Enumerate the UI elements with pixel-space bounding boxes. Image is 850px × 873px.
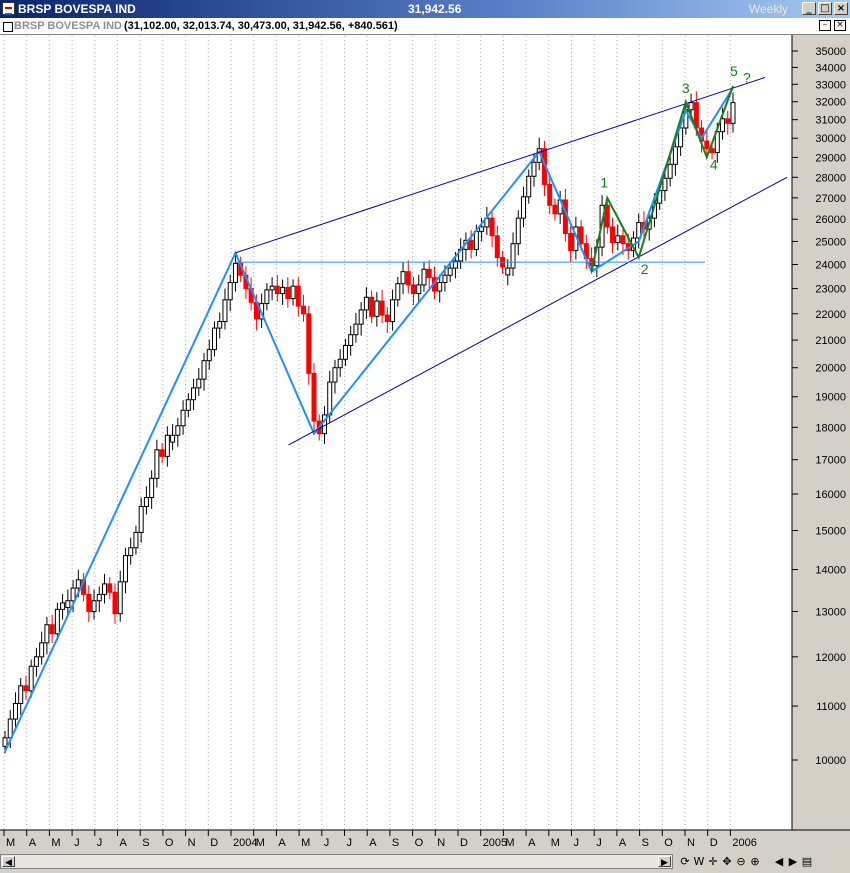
chart-background bbox=[0, 35, 850, 851]
zoom-in-icon[interactable]: ⊕ bbox=[748, 854, 762, 869]
y-tick-label: 12000 bbox=[815, 652, 846, 664]
x-tick-label: A bbox=[278, 837, 286, 849]
y-tick-label: 25000 bbox=[815, 236, 846, 248]
y-tick-label: 26000 bbox=[815, 214, 846, 226]
date-axis bbox=[0, 830, 850, 851]
panel-close-button[interactable]: × bbox=[834, 20, 846, 31]
y-tick-label: 14000 bbox=[815, 565, 846, 577]
x-tick-label: A bbox=[369, 837, 377, 849]
wave-label: ? bbox=[743, 70, 751, 86]
wave-label: 4 bbox=[710, 156, 718, 172]
y-tick-label: 32000 bbox=[815, 97, 846, 109]
y-tick-label: 16000 bbox=[815, 489, 846, 501]
x-tick-label: S bbox=[392, 837, 399, 849]
scroll-right-arrow-icon[interactable]: ▶ bbox=[658, 856, 671, 867]
y-tick-label: 15000 bbox=[815, 526, 846, 538]
weekly-button[interactable]: W bbox=[692, 854, 706, 869]
wave-label: 2 bbox=[641, 261, 649, 277]
x-tick-label: N bbox=[188, 837, 196, 849]
y-tick-label: 33000 bbox=[815, 79, 846, 91]
price-chart[interactable]: 1 2 3 4 5? 10000 11000 12000 13000 14000 15000 160… bbox=[0, 35, 850, 851]
crosshair-icon[interactable]: ✛ bbox=[706, 854, 720, 869]
x-tick-label: J bbox=[97, 837, 103, 849]
x-tick-label: A bbox=[120, 837, 128, 849]
y-tick-label: 30000 bbox=[815, 133, 846, 145]
period-label: Weekly bbox=[748, 2, 788, 16]
chart-app-icon bbox=[2, 2, 15, 15]
panel-layout-icon[interactable]: ▤ bbox=[800, 854, 814, 869]
y-tick-label: 10000 bbox=[815, 755, 846, 767]
scroll-left-arrow-icon[interactable]: ◀ bbox=[2, 856, 15, 867]
x-tick-label: N bbox=[687, 837, 695, 849]
x-tick-label: M bbox=[301, 837, 310, 849]
y-tick-label: 24000 bbox=[815, 260, 846, 272]
panel-minimize-button[interactable]: – bbox=[819, 20, 831, 31]
chart-name: BRSP BOVESPA IND bbox=[14, 20, 122, 32]
wave-label: 5 bbox=[730, 63, 738, 79]
wave-label: 1 bbox=[600, 174, 608, 190]
x-tick-label: 2005 bbox=[483, 837, 507, 849]
x-tick-label: S bbox=[142, 837, 149, 849]
y-tick-label: 19000 bbox=[815, 392, 846, 404]
y-tick-label: 27000 bbox=[815, 193, 846, 205]
page-left-icon[interactable]: ◀ bbox=[772, 854, 786, 869]
x-tick-label: O bbox=[415, 837, 424, 849]
pan-icon[interactable]: ✥ bbox=[720, 854, 734, 869]
x-tick-label: D bbox=[460, 837, 468, 849]
x-tick-label: S bbox=[642, 837, 649, 849]
x-tick-label: M bbox=[505, 837, 514, 849]
y-tick-label: 17000 bbox=[815, 455, 846, 467]
x-tick-label: A bbox=[619, 837, 627, 849]
x-tick-label: M bbox=[6, 837, 15, 849]
y-tick-label: 34000 bbox=[815, 62, 846, 74]
refresh-icon[interactable]: ⟳ bbox=[678, 854, 692, 869]
chart-header: BRSP BOVESPA IND (31,102.00, 32,013.74, … bbox=[0, 18, 850, 35]
x-tick-label: 2006 bbox=[732, 837, 756, 849]
x-tick-label: J bbox=[596, 837, 602, 849]
candle bbox=[311, 363, 317, 431]
x-tick-label: J bbox=[74, 837, 80, 849]
x-tick-label: J bbox=[324, 837, 330, 849]
y-tick-label: 28000 bbox=[815, 172, 846, 184]
x-tick-label: J bbox=[574, 837, 580, 849]
wave-label: 3 bbox=[682, 80, 690, 96]
bottom-toolbar: ◀ ▶ ⟳ W ✛ ✥ ⊖ ⊕ ◀ ▶ ▤ bbox=[0, 851, 850, 873]
minimize-button[interactable]: _ bbox=[802, 2, 816, 15]
y-tick-label: 35000 bbox=[815, 46, 846, 58]
page-right-icon[interactable]: ▶ bbox=[786, 854, 800, 869]
x-tick-label: D bbox=[210, 837, 218, 849]
x-tick-label: A bbox=[29, 837, 37, 849]
maximize-button[interactable]: □ bbox=[818, 2, 832, 15]
x-tick-label: A bbox=[528, 837, 536, 849]
close-button[interactable]: × bbox=[834, 2, 848, 15]
y-tick-label: 31000 bbox=[815, 115, 846, 127]
y-tick-label: 21000 bbox=[815, 335, 846, 347]
x-tick-label: M bbox=[551, 837, 560, 849]
y-tick-label: 11000 bbox=[816, 701, 846, 713]
x-tick-label: O bbox=[165, 837, 174, 849]
y-tick-label: 29000 bbox=[815, 152, 846, 164]
window-titlebar: BRSP BOVESPA IND 31,942.56 Weekly _ □ × bbox=[0, 0, 850, 18]
x-tick-label: D bbox=[710, 837, 718, 849]
x-tick-label: 2004 bbox=[233, 837, 257, 849]
y-tick-label: 20000 bbox=[815, 363, 846, 375]
y-tick-label: 23000 bbox=[815, 284, 846, 296]
y-tick-label: 22000 bbox=[815, 309, 846, 321]
y-tick-label: 18000 bbox=[815, 422, 846, 434]
x-tick-label: J bbox=[347, 837, 353, 849]
zoom-out-icon[interactable]: ⊖ bbox=[734, 854, 748, 869]
panel-square-icon bbox=[3, 22, 13, 32]
x-tick-label: M bbox=[256, 837, 265, 849]
x-tick-label: O bbox=[664, 837, 673, 849]
y-tick-label: 13000 bbox=[815, 607, 846, 619]
ohlc-readout: (31,102.00, 32,013.74, 30,473.00, 31,942… bbox=[124, 20, 398, 32]
window-title: BRSP BOVESPA IND bbox=[18, 2, 136, 16]
last-value: 31,942.56 bbox=[408, 2, 462, 16]
candle bbox=[306, 305, 312, 385]
x-tick-label: N bbox=[437, 837, 445, 849]
horizontal-scrollbar[interactable]: ◀ ▶ bbox=[0, 854, 673, 869]
x-tick-label: M bbox=[51, 837, 60, 849]
